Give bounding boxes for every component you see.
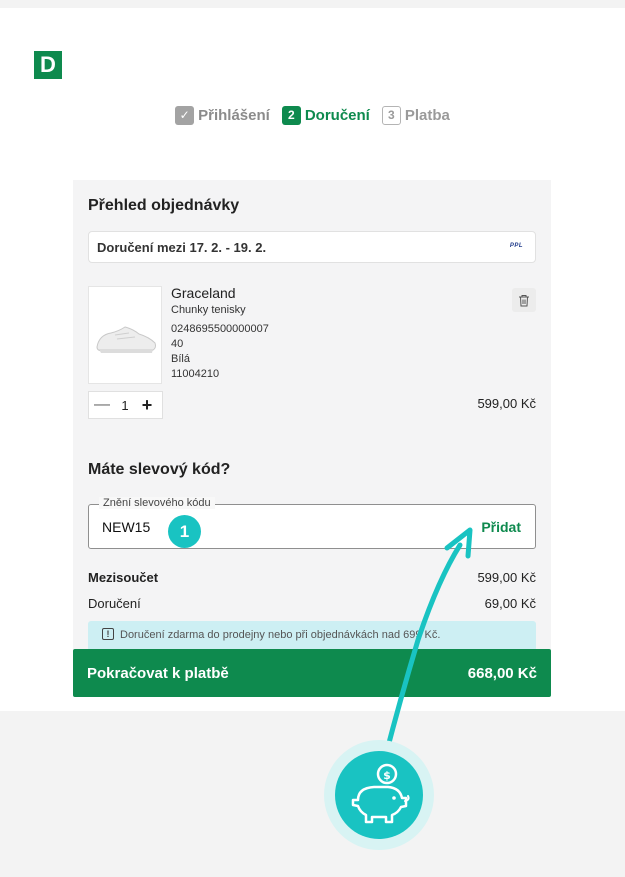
check-icon: ✓: [175, 106, 195, 125]
step-payment: 3 Platba: [381, 106, 450, 125]
delivery-cost-label: Doručení: [88, 596, 141, 611]
delivery-cost-row: Doručení 69,00 Kč: [88, 596, 536, 611]
promo-code-field[interactable]: Znění slevového kódu NEW15 Přidat: [88, 497, 536, 549]
product-size: 40: [171, 338, 184, 350]
step-login[interactable]: ✓ Přihlášení: [175, 106, 270, 125]
delivery-estimate: Doručení mezi 17. 2. - 19. 2. PPL: [88, 231, 536, 263]
product-type: Chunky tenisky: [171, 304, 246, 316]
piggy-bank-icon: $: [335, 751, 423, 839]
ppl-logo: PPL: [509, 243, 523, 249]
annotation-step-badge: 1: [168, 515, 201, 548]
step-payment-label: Platba: [404, 107, 450, 124]
continue-to-payment-button[interactable]: Pokračovat k platbě 668,00 Kč: [73, 649, 551, 697]
free-delivery-notice: ! Doručení zdarma do prodejny nebo při o…: [88, 621, 536, 650]
product-color: Bílá: [171, 353, 190, 365]
subtotal-row: Mezisoučet 599,00 Kč: [88, 570, 536, 585]
order-total: 668,00 Kč: [467, 665, 537, 682]
promo-title: Máte slevový kód?: [88, 461, 231, 478]
product-ean: 0248695500000007: [171, 323, 269, 335]
svg-text:$: $: [383, 769, 391, 782]
promo-code-label: Znění slevového kódu: [99, 497, 215, 509]
info-icon: !: [102, 628, 114, 640]
delivery-estimate-text: Doručení mezi 17. 2. - 19. 2.: [97, 240, 267, 255]
order-summary-title: Přehled objednávky: [88, 197, 240, 214]
remove-item-button[interactable]: [512, 288, 536, 312]
quantity-stepper: — 1 +: [88, 391, 163, 419]
brand-logo[interactable]: D: [34, 51, 62, 79]
top-strip: [0, 0, 625, 8]
promo-code-input[interactable]: NEW15: [102, 519, 150, 535]
continue-to-payment-label: Pokračovat k platbě: [87, 665, 229, 682]
step-delivery-label: Doručení: [304, 107, 370, 124]
subtotal-value: 599,00 Kč: [477, 570, 536, 585]
checkout-steps: ✓ Přihlášení 2 Doručení 3 Platba: [0, 106, 625, 125]
subtotal-label: Mezisoučet: [88, 570, 159, 585]
product-code: 11004210: [171, 368, 220, 380]
step-login-label: Přihlášení: [198, 107, 270, 124]
quantity-value: 1: [121, 397, 129, 413]
step-delivery[interactable]: 2 Doručení: [281, 106, 370, 125]
sneaker-icon: [96, 326, 156, 353]
delivery-cost-value: 69,00 Kč: [484, 596, 536, 611]
free-delivery-notice-text: Doručení zdarma do prodejny nebo při obj…: [120, 629, 441, 641]
step-delivery-number: 2: [281, 106, 301, 125]
increase-quantity-button[interactable]: +: [135, 395, 159, 416]
savings-icon: $: [351, 763, 410, 824]
add-promo-button[interactable]: Přidat: [481, 519, 521, 535]
product-image[interactable]: [88, 286, 162, 384]
step-payment-number: 3: [381, 106, 401, 125]
decrease-quantity-button[interactable]: —: [89, 396, 115, 414]
trash-icon: [519, 294, 529, 306]
product-name[interactable]: Graceland: [171, 285, 236, 301]
item-price: 599,00 Kč: [477, 396, 536, 411]
order-summary-panel: Přehled objednávky Doručení mezi 17. 2. …: [73, 180, 551, 650]
